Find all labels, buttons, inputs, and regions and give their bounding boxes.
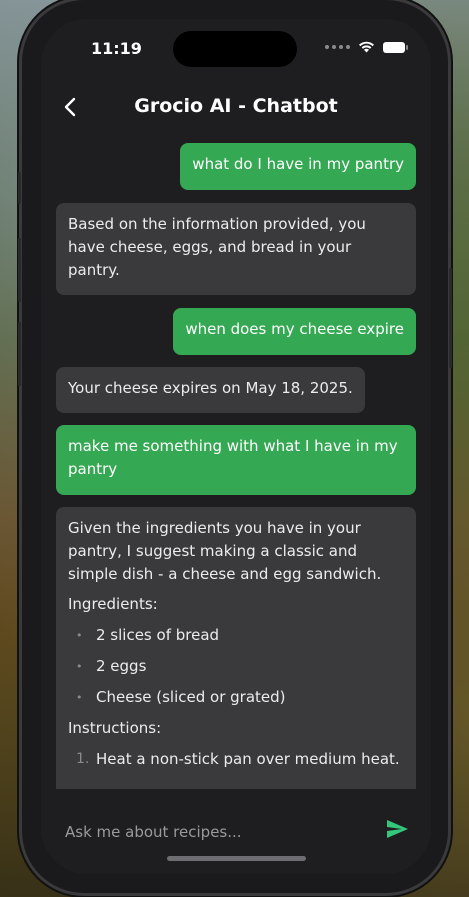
message-text: when does my cheese expire [185, 320, 404, 338]
user-message: when does my cheese expire [173, 308, 416, 355]
home-indicator [167, 856, 306, 861]
list-item: • 2 slices of bread [76, 626, 220, 644]
send-button[interactable] [385, 817, 409, 841]
page-title: Grocio AI - Chatbot [134, 95, 338, 117]
list-item: • Cheese (sliced or grated) [76, 688, 286, 706]
bot-message: Your cheese expires on May 18, 2025. [56, 367, 365, 413]
instructions-heading: Instructions: [68, 719, 162, 737]
app-header: Grocio AI - Chatbot [41, 91, 431, 121]
ingredients-heading: Ingredients: [68, 595, 158, 613]
bot-recipe-message: Given the ingredients you have in your p… [56, 507, 416, 789]
message-text: Based on the information provided, you h… [68, 215, 366, 279]
dynamic-island [173, 31, 297, 67]
list-item: • 2 eggs [76, 657, 147, 675]
message-text: what do I have in my pantry [192, 155, 404, 173]
chat-input-bar [41, 789, 431, 874]
user-message: what do I have in my pantry [180, 143, 416, 190]
chat-input[interactable] [63, 819, 367, 845]
cellular-signal-icon [325, 45, 350, 49]
instructions-list: 1. Heat a non-stick pan over medium heat. [68, 748, 404, 771]
message-text: make me something with what I have in my… [68, 437, 398, 478]
status-icons [325, 41, 408, 53]
message-list[interactable]: what do I have in my pantry Based on the… [41, 143, 431, 789]
ingredients-list: • 2 slices of bread • 2 eggs • Cheese (slic… [68, 624, 404, 709]
wifi-icon [359, 41, 374, 53]
app-screen: 11:19 Grocio AI - Chatbot what do I have… [41, 19, 431, 874]
list-item: 1. Heat a non-stick pan over medium heat. [76, 750, 400, 768]
user-message: make me something with what I have in my… [56, 425, 416, 495]
bot-message: Based on the information provided, you h… [56, 203, 416, 295]
battery-icon [383, 41, 408, 53]
power-button [449, 268, 452, 368]
recipe-intro: Given the ingredients you have in your p… [68, 519, 382, 583]
mute-switch [18, 172, 21, 204]
volume-up-button [18, 238, 21, 302]
message-text: Your cheese expires on May 18, 2025. [68, 379, 353, 397]
send-icon [387, 820, 408, 838]
volume-down-button [18, 322, 21, 386]
status-time: 11:19 [91, 39, 142, 58]
